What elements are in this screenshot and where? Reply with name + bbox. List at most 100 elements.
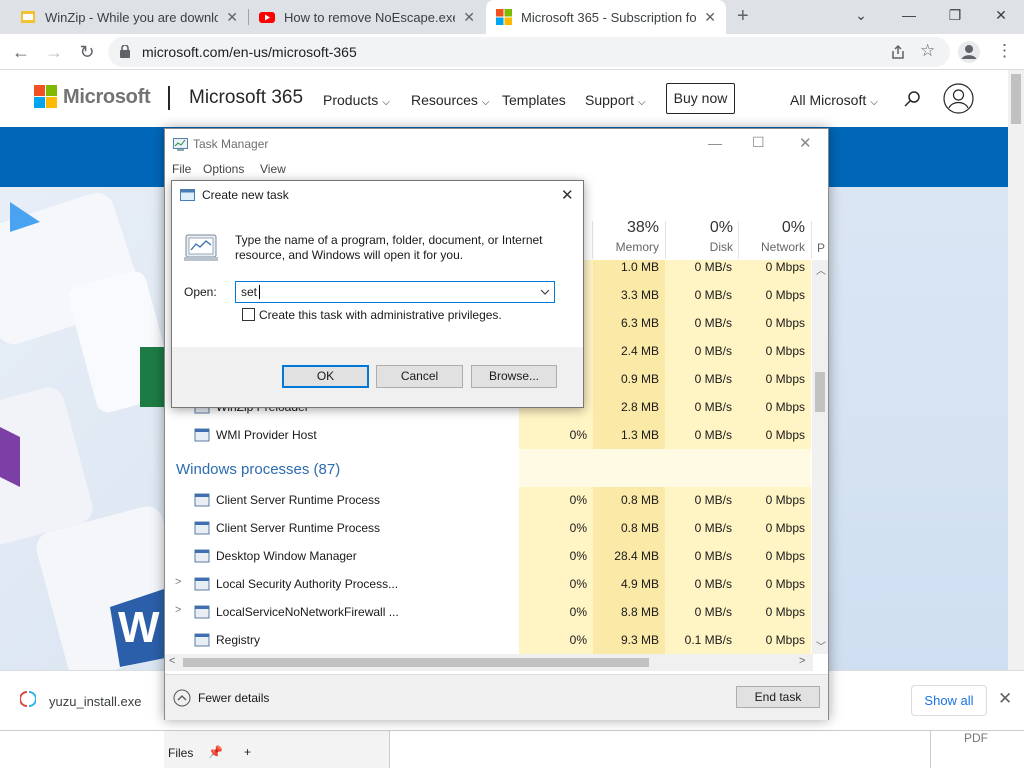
column-network[interactable]: 0% Network — [738, 219, 805, 254]
open-input-value[interactable]: set — [241, 285, 257, 299]
download-filename[interactable]: yuzu_install.exe — [49, 694, 142, 709]
scroll-up-icon[interactable]: ︿ — [816, 262, 826, 277]
tab-winzip[interactable]: WinZip - While you are downloa ✕ — [10, 0, 248, 34]
close-window-icon[interactable]: ✕ — [978, 0, 1024, 30]
table-row[interactable]: > LocalServiceNoNetworkFirewall ... 0% 8.8 … — [165, 598, 815, 626]
network-percent: 0% — [781, 219, 805, 236]
pin-icon[interactable]: 📌 — [208, 745, 223, 759]
task-manager-footer: Fewer details End task — [165, 674, 828, 720]
admin-checkbox[interactable] — [242, 308, 255, 321]
open-combobox[interactable]: set — [235, 281, 555, 303]
table-row[interactable]: Client Server Runtime Process 0% 0.8 MB 0 M… — [165, 514, 815, 542]
task-manager-title: Task Manager — [193, 137, 269, 151]
product-title[interactable]: Microsoft 365 — [189, 87, 303, 109]
column-power[interactable]: P — [817, 219, 827, 255]
cancel-button[interactable]: Cancel — [376, 365, 463, 388]
nav-resources[interactable]: Resources ⌵ — [411, 92, 490, 108]
minimize-icon[interactable]: — — [886, 0, 932, 30]
tab-microsoft-365[interactable]: Microsoft 365 - Subscription for ✕ — [486, 0, 726, 34]
menu-options[interactable]: Options — [203, 162, 244, 176]
fewer-details-link[interactable]: Fewer details — [198, 691, 269, 705]
maximize-icon[interactable]: ☐ — [752, 134, 765, 151]
chevron-up-circle-icon[interactable] — [173, 689, 191, 707]
winzip-icon — [21, 11, 35, 23]
tab-title: Microsoft 365 - Subscription for — [521, 9, 697, 25]
expand-chevron-icon[interactable]: > — [175, 604, 181, 616]
table-row[interactable]: Desktop Window Manager 0% 28.4 MB 0 MB/s 0 M… — [165, 542, 815, 570]
scroll-down-icon[interactable]: ﹀ — [816, 638, 826, 653]
column-disk[interactable]: 0% Disk — [667, 219, 733, 254]
add-tab-button[interactable]: + — [244, 745, 251, 759]
new-tab-button[interactable]: + — [737, 5, 749, 28]
page-scrollbar[interactable] — [1008, 70, 1024, 670]
search-icon[interactable] — [903, 90, 921, 108]
process-name: LocalServiceNoNetworkFirewall ... — [216, 605, 399, 619]
all-microsoft-menu[interactable]: All Microsoft ⌵ — [790, 92, 878, 108]
menu-file[interactable]: File — [172, 162, 191, 176]
buy-now-button[interactable]: Buy now — [666, 83, 735, 114]
task-manager-icon — [173, 138, 188, 151]
network-cell: 0 Mbps — [765, 344, 805, 358]
chevron-down-icon: ⌵ — [638, 97, 646, 108]
hscroll-thumb[interactable] — [183, 658, 649, 667]
memory-cell: 4.9 MB — [620, 577, 659, 591]
table-row[interactable]: WMI Provider Host 0% 1.3 MB 0 MB/s 0 Mbps — [165, 421, 815, 449]
table-row[interactable]: > Local Security Authority Process... 0% 4.… — [165, 570, 815, 598]
close-icon[interactable]: ✕ — [799, 134, 812, 152]
scroll-thumb[interactable] — [815, 372, 825, 412]
scroll-thumb[interactable] — [1011, 74, 1021, 124]
network-cell: 0 Mbps — [765, 633, 805, 647]
column-memory[interactable]: 38% Memory — [593, 219, 659, 254]
show-all-button[interactable]: Show all — [911, 685, 987, 716]
tab-search-icon[interactable]: ⌄ — [838, 0, 884, 30]
ok-button[interactable]: OK — [282, 365, 369, 388]
memory-cell: 0.8 MB — [620, 521, 659, 535]
share-icon[interactable] — [890, 44, 906, 60]
scroll-left-icon[interactable]: < — [169, 655, 175, 667]
process-name: Local Security Authority Process... — [216, 577, 399, 591]
process-list-scrollbar[interactable]: ︿ ﹀ — [812, 260, 828, 654]
process-list-hscrollbar[interactable]: < > — [165, 654, 813, 671]
admin-checkbox-label[interactable]: Create this task with administrative pri… — [259, 308, 502, 322]
nav-templates[interactable]: Templates — [502, 92, 566, 108]
table-row[interactable]: Registry 0% 9.3 MB 0.1 MB/s 0 Mbps — [165, 626, 815, 654]
close-download-bar-icon[interactable]: ✕ — [998, 689, 1012, 709]
forward-icon[interactable]: → — [42, 40, 66, 64]
close-icon[interactable]: ✕ — [704, 9, 716, 26]
network-cell: 0 Mbps — [765, 316, 805, 330]
nav-products[interactable]: Products ⌵ — [323, 92, 390, 108]
dialog-close-icon[interactable]: ✕ — [561, 186, 574, 204]
power-label: P — [817, 241, 826, 255]
reload-icon[interactable]: ↻ — [75, 40, 99, 64]
minimize-icon[interactable]: — — [708, 135, 722, 151]
files-tab[interactable]: Files — [168, 746, 193, 760]
account-icon[interactable] — [943, 83, 974, 114]
maximize-icon[interactable]: ❐ — [932, 0, 978, 30]
scroll-right-icon[interactable]: > — [799, 655, 805, 667]
browse-button[interactable]: Browse... — [471, 365, 557, 388]
brand-name[interactable]: Microsoft — [63, 86, 151, 109]
menu-kebab-icon[interactable]: ⋮ — [996, 41, 1013, 61]
tab-noescape[interactable]: How to remove NoEscape.exe [D ✕ — [249, 0, 485, 34]
network-cell: 0 Mbps — [765, 549, 805, 563]
end-task-button[interactable]: End task — [736, 686, 820, 708]
menu-view[interactable]: View — [260, 162, 286, 176]
nav-support[interactable]: Support ⌵ — [585, 92, 646, 108]
table-row[interactable]: Client Server Runtime Process 0% 0.8 MB 0 M… — [165, 486, 815, 514]
divider — [930, 731, 931, 768]
network-label: Network — [760, 240, 805, 254]
disk-cell: 0 MB/s — [694, 372, 732, 386]
address-bar[interactable]: microsoft.com/en-us/microsoft-365 ☆ — [108, 37, 950, 67]
bookmark-star-icon[interactable]: ☆ — [920, 41, 935, 61]
process-name: WMI Provider Host — [216, 428, 317, 442]
process-name: Registry — [216, 633, 261, 647]
microsoft-logo-icon[interactable] — [34, 85, 58, 109]
close-icon[interactable]: ✕ — [226, 9, 238, 26]
expand-chevron-icon[interactable]: > — [175, 576, 181, 588]
back-icon[interactable]: ← — [9, 40, 33, 64]
chevron-down-icon[interactable] — [540, 289, 550, 295]
windows-processes-header[interactable]: Windows processes (87) — [176, 461, 340, 478]
network-cell: 0 Mbps — [765, 288, 805, 302]
close-icon[interactable]: ✕ — [463, 9, 475, 26]
profile-icon[interactable] — [958, 41, 980, 63]
